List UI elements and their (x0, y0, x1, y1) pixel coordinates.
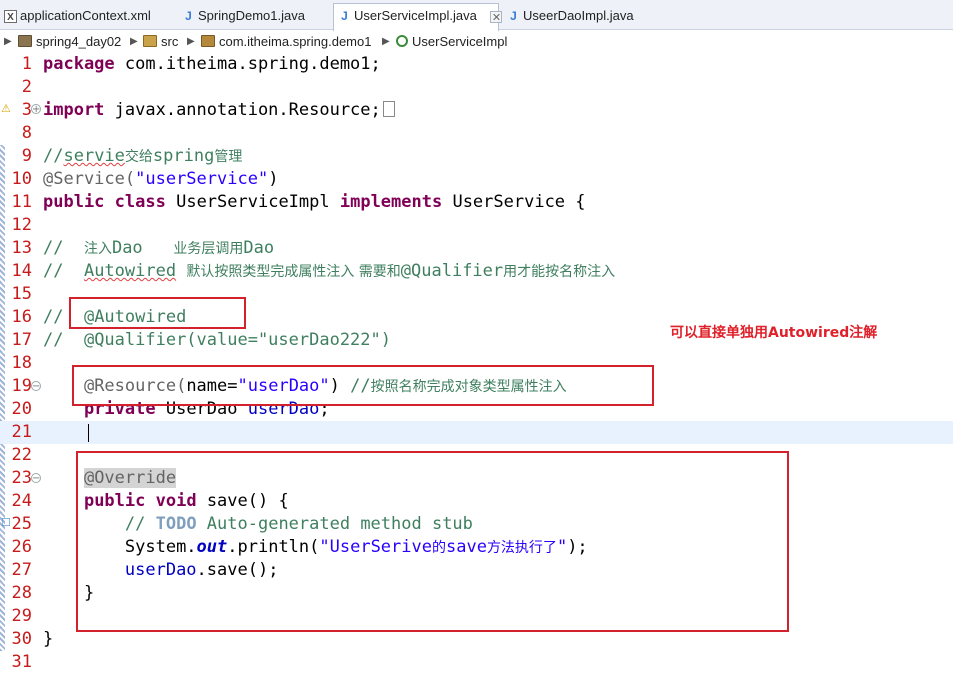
line-number: 16 (11, 307, 32, 327)
code-line: 2 (0, 76, 953, 99)
code-text[interactable]: package com.itheima.spring.demo1; (43, 53, 381, 76)
close-icon[interactable]: ✕ (490, 10, 503, 24)
chevron-right-icon[interactable]: ▶ (4, 34, 12, 50)
breadcrumb: ▶ spring4_day02 ▶ src ▶ com.itheima.spri… (0, 31, 953, 53)
line-number: 29 (11, 606, 32, 626)
tab-label: UseerDaoImpl.java (523, 8, 634, 23)
code-text[interactable]: //servie交给spring管理 (43, 145, 242, 169)
code-line: 9 //servie交给spring管理 (0, 145, 953, 168)
line-number: 2 (21, 77, 32, 97)
breadcrumb-class[interactable]: UserServiceImpl (396, 34, 507, 50)
line-number: 18 (11, 353, 32, 373)
tab-label: SpringDemo1.java (198, 8, 305, 23)
java-file-icon: J (341, 9, 348, 23)
line-number: 12 (11, 215, 32, 235)
chevron-right-icon[interactable]: ▶ (130, 34, 138, 50)
annotation-note: 可以直接单独用Autowired注解 (670, 325, 878, 341)
line-number: 14 (11, 261, 32, 281)
line-number: 21 (11, 422, 32, 442)
code-editor[interactable]: 1 package com.itheima.spring.demo1; 2 ⚠ … (0, 53, 953, 687)
code-line: 14 // Autowired 默认按照类型完成属性注入 需要和@Qualifi… (0, 260, 953, 283)
tab-application-context-xml[interactable]: X applicationContext.xml (0, 4, 170, 30)
project-icon (18, 35, 32, 47)
line-number: 10 (11, 169, 32, 189)
expand-fold-icon[interactable]: + (31, 104, 41, 115)
code-text[interactable]: // Autowired 默认按照类型完成属性注入 需要和@Qualifier用… (43, 260, 615, 284)
collapse-fold-icon[interactable]: − (31, 381, 41, 392)
line-number: 23 (11, 468, 32, 488)
line-number: 15 (11, 284, 32, 304)
line-number: 28 (11, 583, 32, 603)
code-text[interactable]: import javax.annotation.Resource; (43, 99, 395, 122)
text-caret (88, 424, 89, 442)
java-file-icon: J (510, 9, 517, 23)
code-text[interactable]: // @Qualifier(value="userDao222") (43, 329, 391, 352)
collapse-fold-icon[interactable]: − (31, 473, 41, 484)
code-line: 1 package com.itheima.spring.demo1; (0, 53, 953, 76)
tab-label: applicationContext.xml (20, 8, 151, 23)
line-number: 27 (11, 560, 32, 580)
editor-tab-bar: X applicationContext.xml J SpringDemo1.j… (0, 0, 953, 31)
tab-label: UserServiceImpl.java (354, 8, 477, 23)
line-number: 25 (11, 514, 32, 534)
tab-spring-demo1[interactable]: J SpringDemo1.java (178, 4, 328, 30)
line-number: 13 (11, 238, 32, 258)
tab-useer-dao-impl[interactable]: J UseerDaoImpl.java (503, 4, 653, 30)
package-icon (201, 35, 215, 47)
code-line: 10 @Service("userService") (0, 168, 953, 191)
chevron-right-icon[interactable]: ▶ (187, 34, 195, 50)
code-line-current: 21 (0, 421, 953, 444)
line-number: 17 (11, 330, 32, 350)
code-line: 11 public class UserServiceImpl implemen… (0, 191, 953, 214)
code-text[interactable]: @Service("userService") (43, 168, 278, 191)
code-line: 13 // 注入Dao 业务层调用Dao (0, 237, 953, 260)
code-text[interactable]: // 注入Dao 业务层调用Dao (43, 237, 274, 261)
chevron-right-icon[interactable]: ▶ (382, 34, 390, 50)
line-number: 22 (11, 445, 32, 465)
code-text[interactable]: public class UserServiceImpl implements … (43, 191, 586, 214)
collapsed-imports-icon[interactable] (382, 101, 395, 117)
highlight-box-save-method (76, 451, 789, 632)
line-number: 3 (21, 100, 32, 120)
source-folder-icon (143, 35, 157, 47)
code-line: 31 (0, 651, 953, 674)
code-line: 12 (0, 214, 953, 237)
highlight-box-autowired (69, 297, 246, 329)
line-number: 24 (11, 491, 32, 511)
line-number: 8 (21, 123, 32, 143)
class-icon (396, 35, 408, 47)
line-number: 26 (11, 537, 32, 557)
code-line: ⚠ 3 + import javax.annotation.Resource; (0, 99, 953, 122)
line-number: 1 (21, 54, 32, 74)
breadcrumb-project[interactable]: spring4_day02 (18, 34, 121, 50)
line-number: 20 (11, 399, 32, 419)
code-text[interactable]: } (43, 628, 53, 651)
xml-file-icon: X (4, 10, 17, 23)
line-number: 11 (11, 192, 32, 212)
line-number: 30 (11, 629, 32, 649)
breadcrumb-package[interactable]: com.itheima.spring.demo1 (201, 34, 371, 50)
java-file-icon: J (185, 9, 192, 23)
tab-user-service-impl[interactable]: J UserServiceImpl.java ✕ (333, 3, 503, 31)
line-number: 9 (21, 146, 32, 166)
breadcrumb-src[interactable]: src (143, 34, 178, 50)
highlight-box-resource (72, 365, 654, 406)
line-number: 31 (11, 652, 32, 672)
code-line: 8 (0, 122, 953, 145)
line-number: 19 (11, 376, 32, 396)
